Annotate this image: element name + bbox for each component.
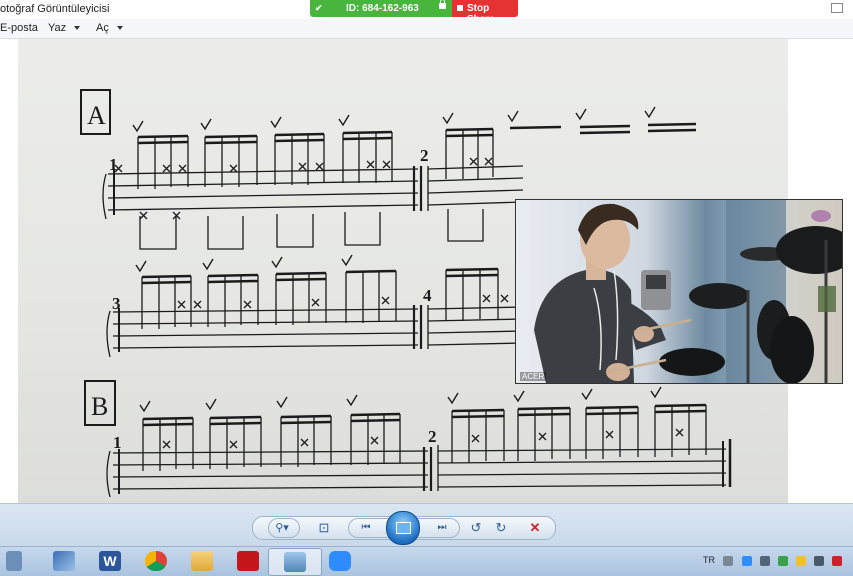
volume-icon[interactable] <box>760 556 770 566</box>
restore-button[interactable] <box>831 3 843 13</box>
webcam-scene <box>534 200 842 383</box>
menu-bar: E-posta Yaz Aç <box>0 19 853 39</box>
measure-number: 3 <box>112 294 121 313</box>
calculator-icon <box>6 551 22 571</box>
acrobat-icon <box>237 551 259 571</box>
menu-open-label: Aç <box>96 22 109 34</box>
photo-viewer-icon <box>284 552 306 572</box>
zoom-button[interactable]: ⚲▾ <box>268 518 300 538</box>
taskbar-acrobat[interactable] <box>222 548 274 574</box>
zoom-tray-icon[interactable] <box>742 556 752 566</box>
next-button[interactable]: ⏭ <box>433 520 451 536</box>
menu-open[interactable]: Aç <box>96 22 123 34</box>
zoom-icon <box>329 551 351 571</box>
window-title: otoğraf Görüntüleyicisi <box>0 3 110 15</box>
taskbar-explorer-window[interactable] <box>38 548 90 574</box>
slideshow-icon <box>396 522 411 534</box>
image-viewer: A B 1 2 3 4 1 2 ACER <box>0 39 853 503</box>
taskbar: W TR <box>0 546 853 576</box>
lock-icon <box>439 0 446 9</box>
magnifier-icon: ⚲▾ <box>275 522 289 534</box>
section-a-label: A <box>87 101 106 130</box>
antivirus-icon[interactable] <box>778 556 788 566</box>
update-icon[interactable] <box>796 556 806 566</box>
slideshow-button[interactable] <box>386 511 420 545</box>
keyboard-icon[interactable] <box>723 556 733 566</box>
measure-number: 2 <box>420 146 429 165</box>
webcam-video-panel[interactable]: ACER <box>515 199 843 384</box>
rotate-left-icon[interactable]: ↺ <box>467 520 485 536</box>
screen-share-bar: ✔ ID: 684-162-963 Stop Share <box>310 0 518 25</box>
meeting-id: ID: 684-162-963 <box>346 3 419 14</box>
meeting-id-chip[interactable]: ✔ ID: 684-162-963 <box>310 0 452 17</box>
chevron-down-icon <box>74 26 81 31</box>
share-status-icon: ✔ <box>315 3 323 13</box>
measure-number: 2 <box>428 427 437 446</box>
actual-size-icon[interactable]: ⊡ <box>315 520 333 536</box>
window-icon <box>53 551 75 571</box>
stop-icon <box>457 5 463 11</box>
delete-icon[interactable]: ✕ <box>526 520 544 536</box>
measure-number: 1 <box>113 433 122 452</box>
stop-share-button[interactable]: Stop Share <box>452 0 518 25</box>
viewer-toolbar: ⚲▾ ⊡ ⏮ ⏭ ↺ ↻ ✕ <box>0 503 853 547</box>
previous-button[interactable]: ⏮ <box>357 520 375 536</box>
language-indicator[interactable]: TR <box>703 555 715 565</box>
camera-name-label: ACER <box>520 372 547 381</box>
folder-icon <box>191 551 213 571</box>
taskbar-file-explorer[interactable] <box>176 548 228 574</box>
show-windows-button[interactable] <box>0 548 30 574</box>
menu-print[interactable]: Yaz <box>48 22 81 34</box>
menu-print-label: Yaz <box>48 22 67 34</box>
section-b-label: B <box>91 392 108 421</box>
taskbar-zoom[interactable] <box>314 548 366 574</box>
measure-number: 1 <box>109 155 118 174</box>
word-icon: W <box>99 551 121 571</box>
rotate-right-icon[interactable]: ↻ <box>492 520 510 536</box>
network-icon[interactable] <box>814 556 824 566</box>
chrome-icon <box>145 551 167 571</box>
measure-number: 4 <box>423 286 432 305</box>
chevron-down-icon <box>116 26 123 31</box>
taskbar-word[interactable]: W <box>84 548 136 574</box>
taskbar-chrome[interactable] <box>130 548 182 574</box>
action-center-icon[interactable] <box>832 556 842 566</box>
menu-email[interactable]: E-posta <box>0 22 38 34</box>
system-tray: TR <box>690 547 853 576</box>
